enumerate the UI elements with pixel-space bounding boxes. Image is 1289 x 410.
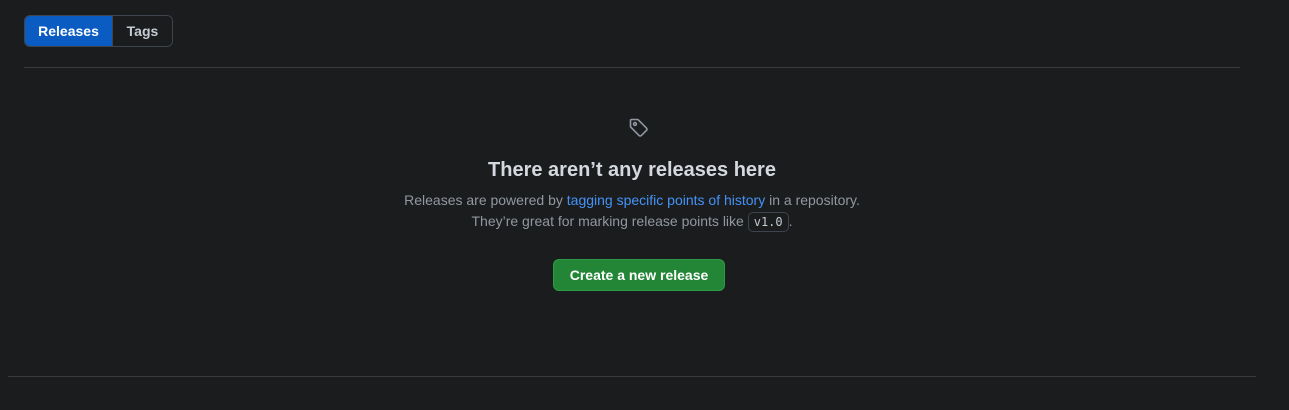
empty-releases-blankslate: There aren’t any releases here Releases … [24, 116, 1240, 291]
description-text: They’re great for marking release points… [471, 213, 748, 229]
description-text: in a repository. [765, 192, 860, 208]
tab-tags[interactable]: Tags [112, 16, 172, 46]
releases-page: Releases Tags There aren’t any releases … [0, 0, 1289, 410]
description-text: Releases are powered by [404, 192, 567, 208]
description-line-2: They’re great for marking release points… [404, 211, 860, 233]
tag-icon [629, 118, 648, 137]
create-new-release-button[interactable]: Create a new release [552, 259, 726, 291]
blankslate-heading: There aren’t any releases here [488, 159, 776, 181]
releases-tags-tabnav: Releases Tags [24, 15, 173, 47]
version-code-example: v1.0 [747, 212, 789, 232]
footer-divider [8, 376, 1256, 377]
blankslate-description: Releases are powered by tagging specific… [404, 190, 860, 233]
tab-releases[interactable]: Releases [25, 16, 112, 46]
description-text: . [788, 213, 793, 229]
description-line-1: Releases are powered by tagging specific… [404, 190, 860, 211]
header-divider [24, 67, 1240, 68]
tagging-docs-link[interactable]: tagging specific points of history [567, 192, 765, 208]
